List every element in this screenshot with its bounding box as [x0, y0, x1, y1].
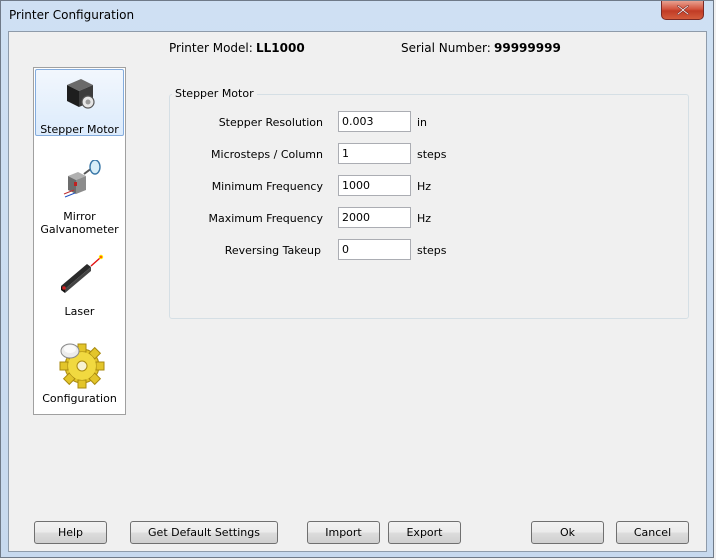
help-button[interactable]: Help [34, 521, 107, 544]
microsteps-per-column-unit: steps [417, 148, 447, 161]
printer-model-value: LL1000 [256, 41, 305, 55]
laser-icon [61, 254, 104, 293]
title-bar[interactable]: Printer Configuration [1, 1, 713, 31]
serial-number-value: 99999999 [494, 41, 561, 55]
dialog-client-area: Printer Model: LL1000 Serial Number: 999… [8, 31, 707, 552]
microsteps-per-column-label: Microsteps / Column [211, 148, 323, 161]
sidebar-item-configuration[interactable]: Configuration [35, 339, 124, 411]
reversing-takeup-input[interactable] [338, 239, 411, 260]
reversing-takeup-label: Reversing Takeup [224, 244, 321, 257]
mirror-label-line: Mirror [63, 210, 96, 223]
minimum-frequency-label: Minimum Frequency [211, 180, 323, 193]
printer-configuration-window: Printer Configuration Printer Model: LL1… [0, 0, 714, 558]
close-icon [677, 5, 689, 15]
serial-number-label: Serial Number: [401, 41, 491, 55]
sidebar-item-laser[interactable]: Laser [35, 252, 124, 322]
export-button[interactable]: Export [388, 521, 461, 544]
window-title: Printer Configuration [9, 8, 135, 22]
printer-model-label: Printer Model: [169, 41, 253, 55]
microsteps-per-column-input[interactable] [338, 143, 411, 164]
import-button[interactable]: Import [307, 521, 380, 544]
sidebar-item-label: Mirror Galvanometer [35, 210, 124, 236]
sidebar-item-label: Stepper Motor [40, 123, 119, 136]
galvanometer-label-line: Galvanometer [40, 223, 119, 236]
reversing-takeup-unit: steps [417, 244, 447, 257]
minimum-frequency-input[interactable] [338, 175, 411, 196]
stepper-resolution-input[interactable] [338, 111, 411, 132]
category-sidebar: Stepper Motor Mirror Galvanometer Laser … [33, 67, 126, 415]
group-title: Stepper Motor [172, 87, 257, 100]
stepper-resolution-label: Stepper Resolution [218, 116, 323, 129]
maximum-frequency-label: Maximum Frequency [208, 212, 323, 225]
maximum-frequency-input[interactable] [338, 207, 411, 228]
configuration-gear-icon [59, 343, 105, 389]
sidebar-item-mirror-galvanometer[interactable]: Mirror Galvanometer [35, 160, 124, 240]
stepper-resolution-unit: in [417, 116, 428, 129]
sidebar-item-stepper-motor[interactable]: Stepper Motor [35, 69, 124, 136]
maximum-frequency-unit: Hz [417, 212, 432, 225]
sidebar-item-label: Laser [64, 305, 95, 318]
sidebar-item-label: Configuration [42, 392, 117, 405]
mirror-galvanometer-icon [63, 160, 101, 198]
get-default-settings-button[interactable]: Get Default Settings [130, 521, 278, 544]
minimum-frequency-unit: Hz [417, 180, 432, 193]
ok-button[interactable]: Ok [531, 521, 604, 544]
stepper-motor-icon [67, 79, 95, 109]
close-button[interactable] [661, 1, 704, 20]
cancel-button[interactable]: Cancel [616, 521, 689, 544]
